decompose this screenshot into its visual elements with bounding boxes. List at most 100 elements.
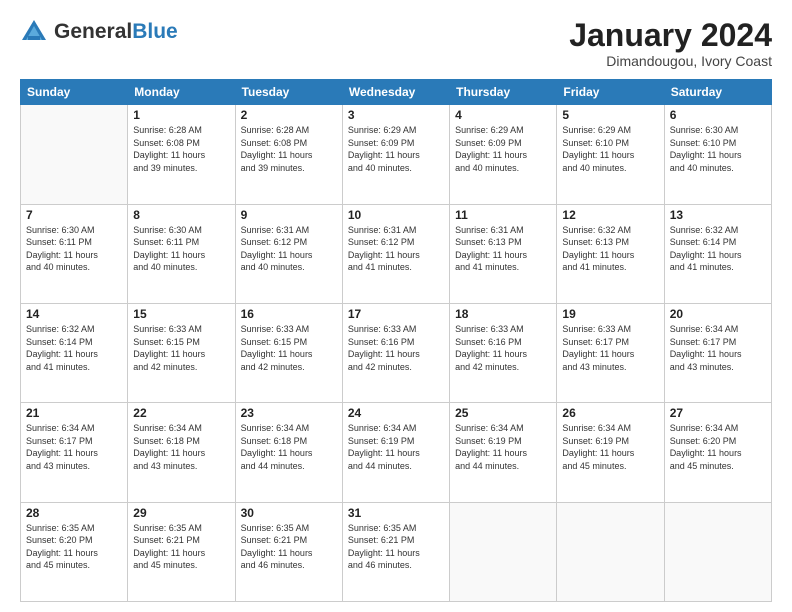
day-number: 22 bbox=[133, 406, 229, 420]
day-number: 16 bbox=[241, 307, 337, 321]
calendar-table: Sunday Monday Tuesday Wednesday Thursday… bbox=[20, 79, 772, 602]
day-number: 13 bbox=[670, 208, 766, 222]
col-thursday: Thursday bbox=[450, 80, 557, 105]
calendar-cell: 5 Sunrise: 6:29 AM Sunset: 6:10 PM Daylig… bbox=[557, 105, 664, 204]
calendar-cell: 3 Sunrise: 6:29 AM Sunset: 6:09 PM Daylig… bbox=[342, 105, 449, 204]
col-sunday: Sunday bbox=[21, 80, 128, 105]
day-number: 15 bbox=[133, 307, 229, 321]
logo: GeneralBlue bbox=[20, 18, 178, 46]
day-number: 3 bbox=[348, 108, 444, 122]
calendar-cell: 29 Sunrise: 6:35 AM Sunset: 6:21 PM Dayli… bbox=[128, 502, 235, 601]
day-info: Sunrise: 6:34 AM Sunset: 6:18 PM Dayligh… bbox=[241, 422, 337, 472]
calendar-cell: 23 Sunrise: 6:34 AM Sunset: 6:18 PM Dayli… bbox=[235, 403, 342, 502]
day-number: 8 bbox=[133, 208, 229, 222]
day-info: Sunrise: 6:35 AM Sunset: 6:20 PM Dayligh… bbox=[26, 522, 122, 572]
day-number: 26 bbox=[562, 406, 658, 420]
day-info: Sunrise: 6:28 AM Sunset: 6:08 PM Dayligh… bbox=[241, 124, 337, 174]
calendar-cell: 19 Sunrise: 6:33 AM Sunset: 6:17 PM Dayli… bbox=[557, 303, 664, 402]
day-number: 11 bbox=[455, 208, 551, 222]
day-info: Sunrise: 6:31 AM Sunset: 6:12 PM Dayligh… bbox=[241, 224, 337, 274]
day-info: Sunrise: 6:34 AM Sunset: 6:17 PM Dayligh… bbox=[26, 422, 122, 472]
location-subtitle: Dimandougou, Ivory Coast bbox=[569, 53, 772, 69]
day-info: Sunrise: 6:33 AM Sunset: 6:15 PM Dayligh… bbox=[133, 323, 229, 373]
day-info: Sunrise: 6:35 AM Sunset: 6:21 PM Dayligh… bbox=[348, 522, 444, 572]
day-info: Sunrise: 6:30 AM Sunset: 6:11 PM Dayligh… bbox=[26, 224, 122, 274]
day-info: Sunrise: 6:33 AM Sunset: 6:15 PM Dayligh… bbox=[241, 323, 337, 373]
calendar-week-row-3: 14Sunrise: 6:32 AM Sunset: 6:14 PM Dayli… bbox=[21, 303, 772, 402]
day-number: 30 bbox=[241, 506, 337, 520]
day-info: Sunrise: 6:30 AM Sunset: 6:11 PM Dayligh… bbox=[133, 224, 229, 274]
calendar-cell: 16 Sunrise: 6:33 AM Sunset: 6:15 PM Dayli… bbox=[235, 303, 342, 402]
day-number: 25 bbox=[455, 406, 551, 420]
day-info: Sunrise: 6:32 AM Sunset: 6:14 PM Dayligh… bbox=[670, 224, 766, 274]
calendar-week-row-2: 7 Sunrise: 6:30 AM Sunset: 6:11 PM Daylig… bbox=[21, 204, 772, 303]
day-info: Sunrise: 6:34 AM Sunset: 6:19 PM Dayligh… bbox=[348, 422, 444, 472]
col-tuesday: Tuesday bbox=[235, 80, 342, 105]
day-info: Sunrise: 6:32 AM Sunset: 6:13 PM Dayligh… bbox=[562, 224, 658, 274]
day-number: 18 bbox=[455, 307, 551, 321]
calendar-cell: 25 Sunrise: 6:34 AM Sunset: 6:19 PM Dayli… bbox=[450, 403, 557, 502]
day-info: Sunrise: 6:34 AM Sunset: 6:19 PM Dayligh… bbox=[562, 422, 658, 472]
day-info: Sunrise: 6:33 AM Sunset: 6:16 PM Dayligh… bbox=[455, 323, 551, 373]
day-number: 5 bbox=[562, 108, 658, 122]
calendar-cell: 1Sunrise: 6:28 AM Sunset: 6:08 PM Daylig… bbox=[128, 105, 235, 204]
page: GeneralBlue January 2024 Dimandougou, Iv… bbox=[0, 0, 792, 612]
day-info: Sunrise: 6:29 AM Sunset: 6:09 PM Dayligh… bbox=[348, 124, 444, 174]
day-number: 14 bbox=[26, 307, 122, 321]
calendar-cell: 12Sunrise: 6:32 AM Sunset: 6:13 PM Dayli… bbox=[557, 204, 664, 303]
calendar-cell: 2 Sunrise: 6:28 AM Sunset: 6:08 PM Daylig… bbox=[235, 105, 342, 204]
calendar-cell: 26 Sunrise: 6:34 AM Sunset: 6:19 PM Dayli… bbox=[557, 403, 664, 502]
day-number: 6 bbox=[670, 108, 766, 122]
day-number: 9 bbox=[241, 208, 337, 222]
calendar-week-row-5: 28 Sunrise: 6:35 AM Sunset: 6:20 PM Dayli… bbox=[21, 502, 772, 601]
calendar-cell: 31 Sunrise: 6:35 AM Sunset: 6:21 PM Dayli… bbox=[342, 502, 449, 601]
logo-text: GeneralBlue bbox=[54, 20, 178, 44]
calendar-cell: 11 Sunrise: 6:31 AM Sunset: 6:13 PM Dayli… bbox=[450, 204, 557, 303]
calendar-cell: 6Sunrise: 6:30 AM Sunset: 6:10 PM Daylig… bbox=[664, 105, 771, 204]
day-number: 28 bbox=[26, 506, 122, 520]
calendar-cell: 28 Sunrise: 6:35 AM Sunset: 6:20 PM Dayli… bbox=[21, 502, 128, 601]
day-number: 17 bbox=[348, 307, 444, 321]
month-title: January 2024 bbox=[569, 18, 772, 53]
calendar-cell bbox=[450, 502, 557, 601]
day-number: 23 bbox=[241, 406, 337, 420]
calendar-week-row-4: 21Sunrise: 6:34 AM Sunset: 6:17 PM Dayli… bbox=[21, 403, 772, 502]
day-number: 1 bbox=[133, 108, 229, 122]
calendar-cell: 22Sunrise: 6:34 AM Sunset: 6:18 PM Dayli… bbox=[128, 403, 235, 502]
day-info: Sunrise: 6:35 AM Sunset: 6:21 PM Dayligh… bbox=[241, 522, 337, 572]
day-number: 4 bbox=[455, 108, 551, 122]
calendar-cell bbox=[21, 105, 128, 204]
day-number: 2 bbox=[241, 108, 337, 122]
col-monday: Monday bbox=[128, 80, 235, 105]
logo-blue: Blue bbox=[132, 20, 178, 43]
calendar-cell: 21Sunrise: 6:34 AM Sunset: 6:17 PM Dayli… bbox=[21, 403, 128, 502]
calendar-cell: 13 Sunrise: 6:32 AM Sunset: 6:14 PM Dayli… bbox=[664, 204, 771, 303]
title-area: January 2024 Dimandougou, Ivory Coast bbox=[569, 18, 772, 69]
day-number: 27 bbox=[670, 406, 766, 420]
day-info: Sunrise: 6:34 AM Sunset: 6:19 PM Dayligh… bbox=[455, 422, 551, 472]
calendar-cell: 30 Sunrise: 6:35 AM Sunset: 6:21 PM Dayli… bbox=[235, 502, 342, 601]
calendar-cell: 15 Sunrise: 6:33 AM Sunset: 6:15 PM Dayli… bbox=[128, 303, 235, 402]
day-info: Sunrise: 6:35 AM Sunset: 6:21 PM Dayligh… bbox=[133, 522, 229, 572]
day-info: Sunrise: 6:33 AM Sunset: 6:17 PM Dayligh… bbox=[562, 323, 658, 373]
calendar-cell: 14Sunrise: 6:32 AM Sunset: 6:14 PM Dayli… bbox=[21, 303, 128, 402]
calendar-cell: 4 Sunrise: 6:29 AM Sunset: 6:09 PM Daylig… bbox=[450, 105, 557, 204]
day-number: 19 bbox=[562, 307, 658, 321]
day-info: Sunrise: 6:29 AM Sunset: 6:10 PM Dayligh… bbox=[562, 124, 658, 174]
col-friday: Friday bbox=[557, 80, 664, 105]
col-saturday: Saturday bbox=[664, 80, 771, 105]
header: GeneralBlue January 2024 Dimandougou, Iv… bbox=[20, 18, 772, 69]
day-number: 31 bbox=[348, 506, 444, 520]
day-number: 7 bbox=[26, 208, 122, 222]
day-number: 24 bbox=[348, 406, 444, 420]
calendar-cell bbox=[557, 502, 664, 601]
calendar-week-row-1: 1 Sunrise: 6:28 AM Sunset: 6:08 PM Daylig… bbox=[21, 105, 772, 204]
day-number: 29 bbox=[133, 506, 229, 520]
day-info: Sunrise: 6:31 AM Sunset: 6:12 PM Dayligh… bbox=[348, 224, 444, 274]
logo-icon bbox=[20, 18, 48, 46]
day-number: 20 bbox=[670, 307, 766, 321]
col-wednesday: Wednesday bbox=[342, 80, 449, 105]
calendar-cell: 20Sunrise: 6:34 AM Sunset: 6:17 PM Dayli… bbox=[664, 303, 771, 402]
day-info: Sunrise: 6:29 AM Sunset: 6:09 PM Dayligh… bbox=[455, 124, 551, 174]
day-info: Sunrise: 6:31 AM Sunset: 6:13 PM Dayligh… bbox=[455, 224, 551, 274]
